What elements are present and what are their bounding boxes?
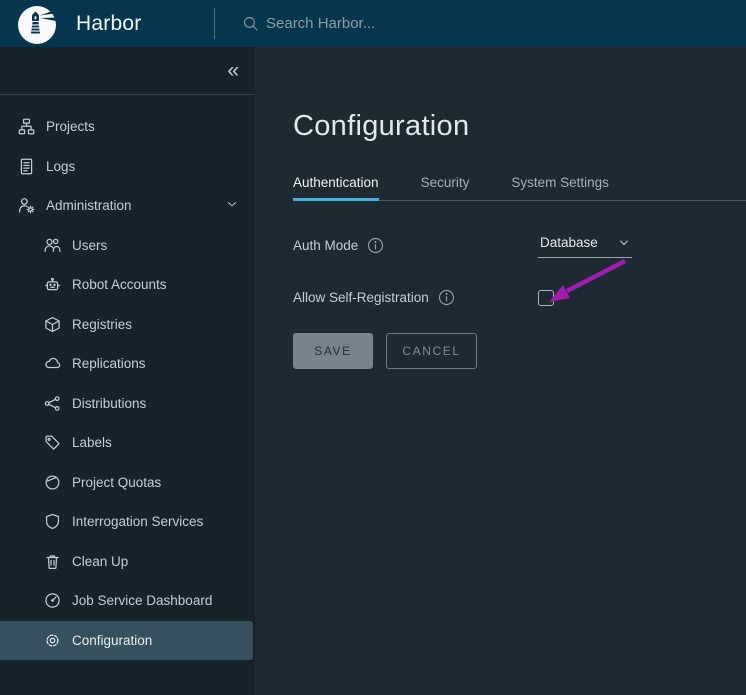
shield-icon [44, 513, 61, 530]
sidebar-item-registries[interactable]: Registries [0, 305, 255, 345]
sidebar-item-label: Distributions [72, 396, 146, 411]
robot-icon [44, 276, 61, 293]
self-registration-label-group: Allow Self-Registration [293, 289, 538, 306]
sidebar-item-replications[interactable]: Replications [0, 344, 255, 384]
sidebar-item-label: Users [72, 238, 107, 253]
users-icon [44, 237, 61, 254]
sidebar-item-label: Project Quotas [72, 475, 161, 490]
sidebar-item-logs[interactable]: Logs [0, 147, 255, 187]
auth-mode-label-group: Auth Mode [293, 237, 538, 254]
sidebar-item-label: Interrogation Services [72, 514, 203, 529]
sidebar-item-label: Registries [72, 317, 132, 332]
sidebar-item-label: Projects [46, 119, 95, 134]
auth-mode-label: Auth Mode [293, 238, 358, 253]
sidebar-item-administration[interactable]: Administration [0, 186, 255, 226]
page-title: Configuration [293, 110, 746, 143]
sidebar-toolbar: « [0, 47, 255, 95]
cloud-icon [44, 355, 61, 372]
tab-authentication[interactable]: Authentication [293, 167, 379, 200]
sidebar-item-label: Administration [46, 198, 132, 213]
sidebar-item-projects[interactable]: Projects [0, 107, 255, 147]
chevron-down-icon [618, 237, 630, 249]
search-input[interactable] [266, 15, 566, 32]
brand-title[interactable]: Harbor [76, 12, 141, 36]
header-divider [214, 8, 215, 39]
sidebar-item-robot-accounts[interactable]: Robot Accounts [0, 265, 255, 305]
self-registration-label: Allow Self-Registration [293, 290, 429, 305]
administration-icon [18, 197, 35, 214]
sidebar-item-label: Job Service Dashboard [72, 593, 212, 608]
sidebar-item-interrogation-services[interactable]: Interrogation Services [0, 502, 255, 542]
share-icon [44, 395, 61, 412]
form-actions: SAVE CANCEL [293, 333, 746, 369]
sidebar-item-label: Labels [72, 435, 112, 450]
auth-config-form: Auth Mode Database Allow Self-R [293, 233, 746, 369]
sidebar-item-label: Robot Accounts [72, 277, 167, 292]
harbor-logo-icon[interactable] [17, 5, 57, 45]
sidebar-item-label: Configuration [72, 633, 152, 648]
sidebar-nav: Projects Logs Administration [0, 95, 255, 660]
logs-icon [18, 158, 35, 175]
tab-security[interactable]: Security [421, 167, 470, 200]
tag-icon [44, 434, 61, 451]
auth-mode-row: Auth Mode Database [293, 233, 746, 258]
self-registration-checkbox[interactable] [538, 290, 554, 306]
sidebar-item-users[interactable]: Users [0, 226, 255, 266]
sidebar: « Projects Logs [0, 47, 255, 695]
cube-icon [44, 316, 61, 333]
quota-icon [44, 474, 61, 491]
sidebar-item-labels[interactable]: Labels [0, 423, 255, 463]
sidebar-item-label: Logs [46, 159, 75, 174]
auth-mode-selected-value: Database [540, 235, 598, 250]
self-registration-row: Allow Self-Registration [293, 289, 746, 306]
search-icon [242, 15, 259, 32]
tab-system-settings[interactable]: System Settings [511, 167, 609, 200]
sidebar-item-configuration[interactable]: Configuration [0, 621, 253, 661]
sidebar-item-distributions[interactable]: Distributions [0, 384, 255, 424]
tab-bar: Authentication Security System Settings [293, 167, 746, 201]
projects-icon [18, 118, 35, 135]
cancel-button[interactable]: CANCEL [386, 333, 477, 369]
app-header: Harbor [0, 0, 746, 47]
gear-icon [44, 632, 61, 649]
info-icon[interactable] [367, 237, 384, 254]
info-icon[interactable] [438, 289, 455, 306]
sidebar-item-label: Clean Up [72, 554, 128, 569]
search-bar [242, 0, 566, 47]
sidebar-item-clean-up[interactable]: Clean Up [0, 542, 255, 582]
trash-icon [44, 553, 61, 570]
sidebar-item-project-quotas[interactable]: Project Quotas [0, 463, 255, 503]
sidebar-item-label: Replications [72, 356, 146, 371]
gauge-icon [44, 592, 61, 609]
auth-mode-select[interactable]: Database [538, 233, 632, 258]
sidebar-item-job-service-dashboard[interactable]: Job Service Dashboard [0, 581, 255, 621]
save-button[interactable]: SAVE [293, 333, 373, 369]
chevron-down-icon[interactable] [225, 197, 239, 214]
collapse-sidebar-icon[interactable]: « [227, 60, 239, 81]
main-panel: Configuration Authentication Security Sy… [255, 47, 746, 695]
